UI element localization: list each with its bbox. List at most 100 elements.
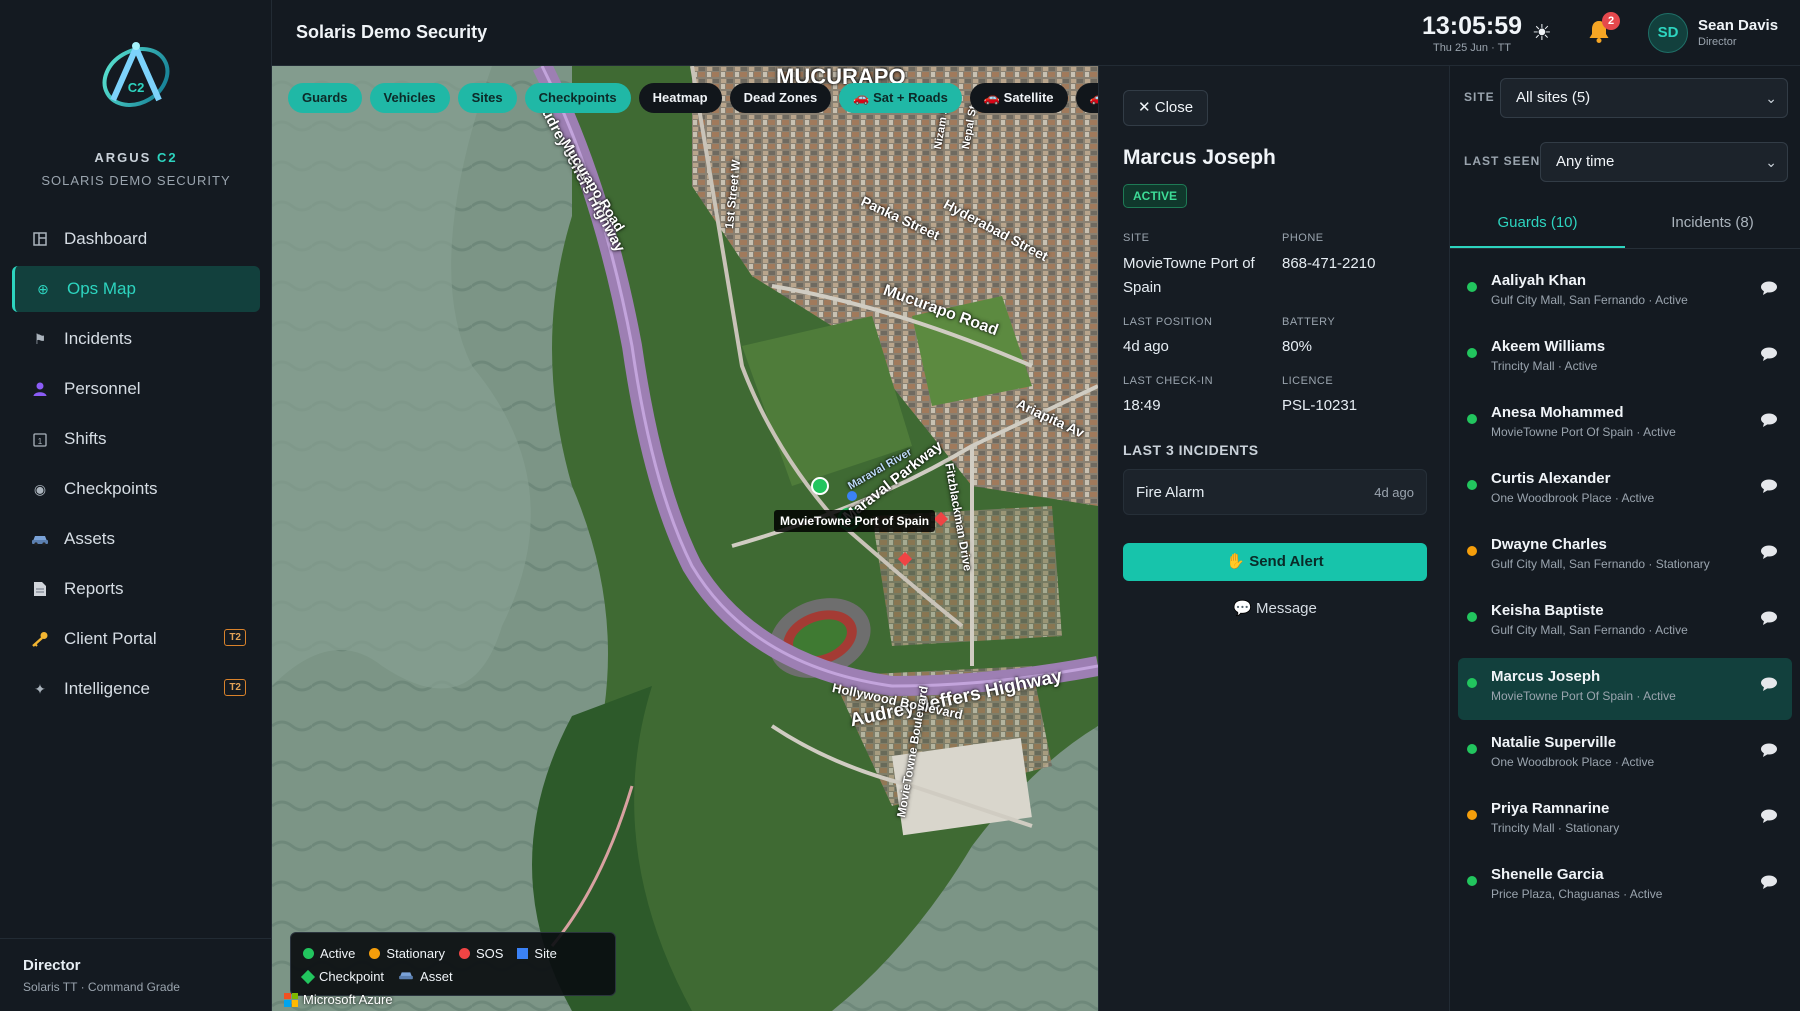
guard-list-item[interactable]: Priya Ramnarine Trincity Mall · Stationar…	[1458, 790, 1792, 852]
battery-value: 80%	[1282, 338, 1313, 355]
sidebar-item-intelligence[interactable]: ✦ Intelligence T2	[12, 666, 260, 712]
user-name[interactable]: Sean Davis	[1698, 17, 1778, 34]
chip-guards[interactable]: Guards	[288, 83, 362, 113]
sidebar-item-label: Reports	[64, 579, 124, 598]
guard-list-item[interactable]: Akeem Williams Trincity Mall · Active	[1458, 328, 1792, 390]
chat-bubble-icon[interactable]	[1760, 280, 1780, 298]
legend-checkpoint: Checkpoint	[300, 969, 384, 984]
sidebar-item-shifts[interactable]: 1 Shifts	[12, 416, 260, 462]
guard-list-item[interactable]: Anesa Mohammed MovieTowne Port Of Spain ·…	[1458, 394, 1792, 456]
guard-location-status: MovieTowne Port Of Spain · Active	[1491, 425, 1676, 439]
last-position-label: LAST POSITION	[1123, 316, 1213, 328]
map-legend: Active Stationary SOS Site Checkpoint As…	[290, 932, 616, 996]
chip-roads[interactable]: 🚗 Ro	[1075, 83, 1098, 113]
sidebar-item-reports[interactable]: Reports	[12, 566, 260, 612]
chip-dead-zones[interactable]: Dead Zones	[729, 83, 832, 113]
chip-sites[interactable]: Sites	[457, 83, 517, 113]
ops-map[interactable]: MUCURAPO Audrey Jeffers Highway Audrey J…	[272, 66, 1098, 1011]
person-icon	[30, 379, 50, 399]
brand-subtitle: SOLARIS DEMO SECURITY	[41, 173, 231, 188]
car-icon	[398, 969, 414, 984]
chat-bubble-icon[interactable]	[1760, 610, 1780, 628]
chip-checkpoints[interactable]: Checkpoints	[524, 83, 631, 113]
guard-list-item[interactable]: Aaliyah Khan Gulf City Mall, San Fernando…	[1458, 262, 1792, 324]
site-pin-label[interactable]: MovieTowne Port of Spain	[774, 510, 936, 532]
tab-guards[interactable]: Guards (10)	[1450, 200, 1625, 248]
chip-sat-roads[interactable]: 🚗 Sat + Roads	[839, 83, 962, 113]
status-badge: ACTIVE	[1123, 184, 1188, 208]
send-alert-button[interactable]: ✋ Send Alert	[1123, 543, 1427, 581]
guard-list-item[interactable]: Natalie Superville One Woodbrook Place · …	[1458, 724, 1792, 786]
sidebar-item-label: Intelligence	[64, 679, 151, 698]
chat-bubble-icon[interactable]	[1760, 742, 1780, 760]
guard-name: Natalie Superville	[1491, 734, 1617, 751]
guard-name: Akeem Williams	[1491, 338, 1606, 355]
avatar[interactable]: SD	[1648, 13, 1688, 53]
legend-active: Active	[303, 946, 355, 961]
chip-satellite[interactable]: 🚗 Satellite	[969, 83, 1068, 113]
sidebar-item-checkpoints[interactable]: ◉ Checkpoints	[12, 466, 260, 512]
dashboard-icon	[30, 229, 50, 249]
guard-list-item[interactable]: Curtis Alexander One Woodbrook Place · Ac…	[1458, 460, 1792, 522]
site-filter-label: SITE	[1464, 90, 1495, 104]
clock-time: 13:05:59	[1421, 12, 1523, 40]
guard-list-item[interactable]: Shenelle Garcia Price Plaza, Chaguanas · …	[1458, 856, 1792, 918]
sidebar-item-client-portal[interactable]: Client Portal T2	[12, 616, 260, 662]
sidebar-nav: Dashboard ⊕ Ops Map ⚑ Incidents Personne…	[12, 216, 260, 716]
chat-bubble-icon[interactable]	[1760, 874, 1780, 892]
guard-location-status: One Woodbrook Place · Active	[1491, 755, 1655, 769]
phone-value[interactable]: 868-471-2210	[1282, 252, 1375, 276]
guard-name: Dwayne Charles	[1491, 536, 1607, 553]
chat-bubble-icon: 💬	[1233, 600, 1256, 617]
sidebar-item-label: Client Portal	[64, 629, 157, 648]
guard-list-item[interactable]: Marcus Joseph MovieTowne Port Of Spain · …	[1458, 658, 1792, 720]
guard-list-item[interactable]: Dwayne Charles Gulf City Mall, San Fernan…	[1458, 526, 1792, 588]
guard-location-status: Gulf City Mall, San Fernando · Active	[1491, 623, 1688, 637]
sidebar-item-assets[interactable]: Assets	[12, 516, 260, 562]
sidebar-item-label: Personnel	[64, 379, 141, 398]
argus-logo: C2	[91, 30, 181, 120]
chat-bubble-icon[interactable]	[1760, 676, 1780, 694]
guard-name: Curtis Alexander	[1491, 470, 1611, 487]
chat-bubble-icon[interactable]	[1760, 808, 1780, 826]
clock: 13:05:59 Thu 25 Jun · TT	[1412, 12, 1532, 54]
status-dot-icon	[1467, 282, 1477, 292]
page-title: Solaris Demo Security	[296, 22, 488, 42]
status-dot-icon	[1467, 348, 1477, 358]
chip-heatmap[interactable]: Heatmap	[638, 83, 722, 113]
guard-name: Anesa Mohammed	[1491, 404, 1624, 421]
sidebar-item-label: Incidents	[64, 329, 133, 348]
legend-square-icon	[517, 948, 529, 959]
close-button[interactable]: ✕ Close	[1123, 90, 1209, 126]
document-icon	[30, 579, 50, 599]
sidebar-item-ops-map[interactable]: ⊕ Ops Map	[12, 266, 260, 312]
sidebar-item-personnel[interactable]: Personnel	[12, 366, 260, 412]
guard-location-status: MovieTowne Port Of Spain · Active	[1491, 689, 1676, 703]
svg-text:1: 1	[38, 437, 43, 446]
theme-toggle-sun-icon[interactable]: ☀	[1532, 20, 1552, 46]
sidebar-item-dashboard[interactable]: Dashboard	[12, 216, 260, 262]
message-button[interactable]: 💬 Message	[1123, 594, 1427, 624]
sidebar-item-label: Dashboard	[64, 229, 148, 248]
sidebar-item-label: Assets	[64, 529, 116, 548]
guard-list-item[interactable]: Keisha Baptiste Gulf City Mall, San Ferna…	[1458, 592, 1792, 654]
tab-incidents[interactable]: Incidents (8)	[1625, 200, 1800, 248]
chat-bubble-icon[interactable]	[1760, 346, 1780, 364]
chevron-down-icon: ⌄	[1765, 90, 1777, 106]
incidents-section-title: LAST 3 INCIDENTS	[1123, 442, 1259, 458]
status-dot-icon	[1467, 480, 1477, 490]
flag-icon: ⚑	[33, 330, 47, 347]
guard-location-status: One Woodbrook Place · Active	[1491, 491, 1655, 505]
last-seen-filter-select[interactable]: Any time ⌄	[1540, 142, 1788, 182]
status-dot-icon	[1467, 678, 1477, 688]
sidebar-item-incidents[interactable]: ⚑ Incidents	[12, 316, 260, 362]
chat-bubble-icon[interactable]	[1760, 544, 1780, 562]
incident-row[interactable]: Fire Alarm 4d ago	[1123, 469, 1427, 515]
legend-dot-icon	[458, 948, 470, 959]
site-filter-select[interactable]: All sites (5) ⌄	[1500, 78, 1788, 118]
chat-bubble-icon[interactable]	[1760, 478, 1780, 496]
chip-vehicles[interactable]: Vehicles	[369, 83, 450, 113]
chat-bubble-icon[interactable]	[1760, 412, 1780, 430]
footer-role: Director	[23, 957, 81, 974]
licence-value: PSL-10231	[1282, 397, 1358, 414]
